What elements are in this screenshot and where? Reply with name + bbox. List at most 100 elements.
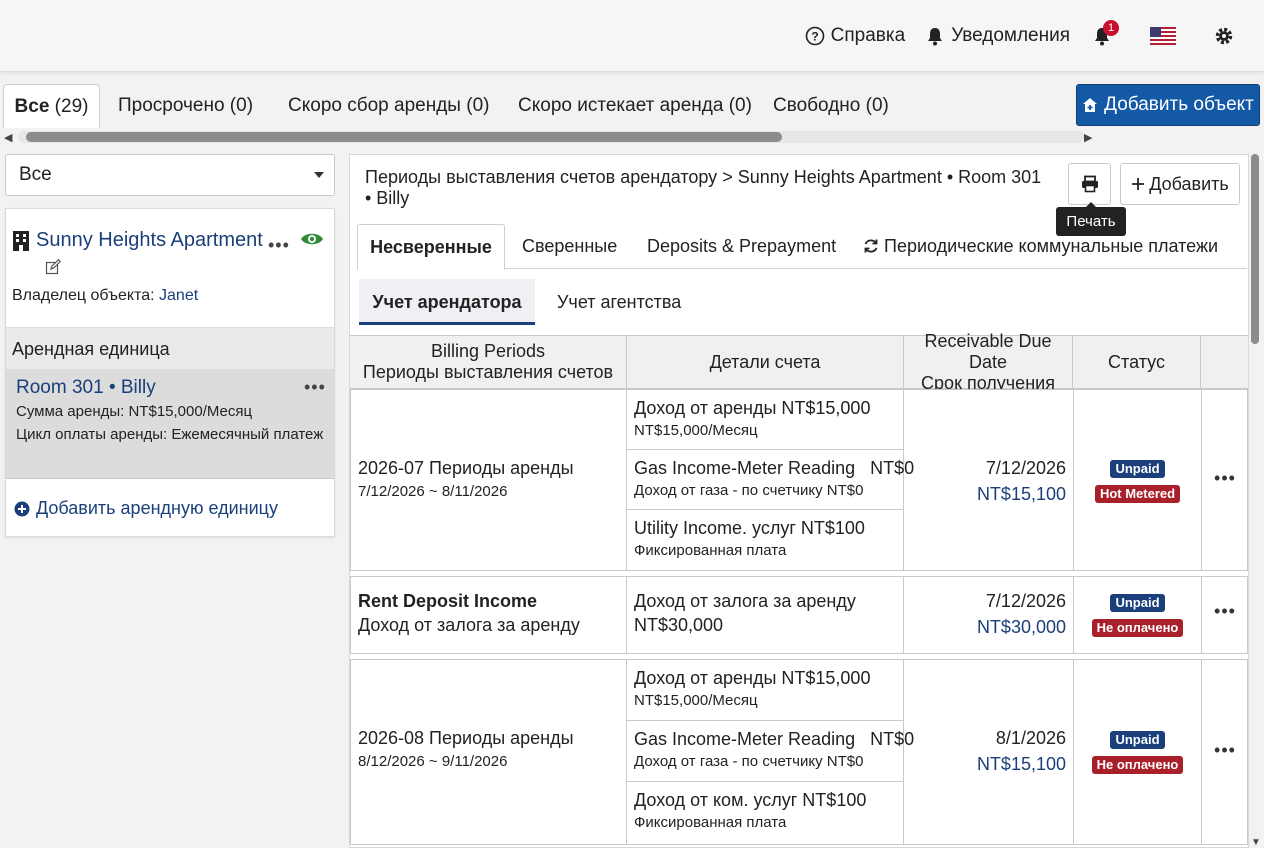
add-object-button[interactable]: Добавить объект	[1076, 84, 1260, 126]
period-range: 8/12/2026 ~ 9/11/2026	[358, 753, 508, 770]
billing-panel: Периоды выставления счетов арендатору > …	[349, 154, 1249, 848]
section-tabs: Несверенные Сверенные Deposits & Prepaym…	[357, 224, 1247, 270]
due-cell: 7/12/2026 NT$15,100	[905, 390, 1074, 570]
property-more-icon[interactable]: •••	[268, 235, 290, 256]
invoice-line[interactable]: Доход от залога за аренду NT$30,000	[627, 577, 904, 653]
period-range: 7/12/2026 ~ 8/11/2026	[358, 483, 508, 500]
unit-name: Room 301 • Billy	[16, 377, 156, 398]
tab-recurring-utilities[interactable]: Периодические коммунальные платежи	[863, 224, 1218, 269]
line-sub: NT$15,000/Месяц	[634, 692, 758, 709]
tabs-scrollbar[interactable]: ◀ ▶	[4, 130, 1096, 144]
billing-period-cell: Rent Deposit Income Доход от залога за а…	[351, 577, 627, 653]
line-sub: Фиксированная плата	[634, 814, 787, 831]
property-name: Sunny Heights Apartment	[36, 229, 263, 251]
add-home-icon	[1083, 98, 1098, 112]
top-bar: ? Справка Уведомления 1	[0, 0, 1264, 72]
due-cell: 8/1/2026 NT$15,100	[905, 660, 1074, 844]
col-due-date: Receivable Due Date Срок получения	[904, 331, 1073, 393]
due-cell: 7/12/2026 NT$30,000	[905, 577, 1074, 653]
due-date: 7/12/2026	[985, 458, 1066, 478]
owner-name[interactable]: Janet	[159, 287, 198, 304]
tab-reconciled[interactable]: Сверенные	[522, 224, 617, 269]
status-badge-unpaid: Unpaid	[1110, 731, 1165, 749]
settings-button[interactable]	[1214, 26, 1234, 46]
tab-count: (29)	[54, 96, 89, 117]
print-button[interactable]	[1068, 163, 1111, 205]
tab-vacant[interactable]: Свободно (0)	[773, 84, 889, 128]
rental-unit-item[interactable]: Room 301 • Billy ••• Сумма аренды: NT$15…	[6, 369, 334, 479]
unit-more-icon[interactable]: •••	[304, 377, 326, 398]
unit-rent-amount: Сумма аренды: NT$15,000/Месяц	[16, 403, 253, 420]
status-badge-secondary: Не оплачено	[1091, 619, 1184, 637]
building-icon	[13, 230, 29, 251]
billing-period-cell: 2026-07 Периоды аренды 7/12/2026 ~ 8/11/…	[351, 390, 627, 570]
row-more-icon[interactable]: •••	[1202, 601, 1248, 622]
scroll-left-arrow[interactable]: ◀	[4, 131, 12, 144]
col-invoice-details: Детали счета	[627, 336, 904, 388]
property-filter-select[interactable]: Все	[5, 154, 335, 196]
add-label: Добавить	[1149, 173, 1229, 194]
status-badge-unpaid: Unpaid	[1110, 460, 1165, 478]
filter-tabs: Все (29) Просрочено (0) Скоро сбор аренд…	[0, 84, 1264, 130]
property-title[interactable]: Sunny Heights Apartment	[12, 229, 263, 252]
line-title: Доход от залога за аренду	[634, 591, 856, 611]
col-billing-en: Billing Periods	[430, 341, 546, 361]
status-cell: Unpaid Hot Metered	[1074, 390, 1202, 570]
plus-circle-icon	[14, 501, 30, 516]
help-link[interactable]: ? Справка	[805, 25, 906, 47]
col-status-label: Статус	[1108, 351, 1165, 372]
unit-payment-cycle: Цикл оплаты аренды: Ежемесячный платеж	[16, 426, 324, 443]
invoice-line[interactable]: Доход от аренды NT$15,000 NT$15,000/Меся…	[627, 390, 904, 450]
row-more-icon[interactable]: •••	[1202, 468, 1248, 489]
due-date: 7/12/2026	[985, 591, 1066, 611]
invoice-line[interactable]: Utility Income. услуг NT$100 Фиксированн…	[627, 510, 904, 570]
edit-icon[interactable]	[45, 258, 62, 280]
invoice-line[interactable]: Доход от аренды NT$15,000 NT$15,000/Меся…	[627, 660, 904, 721]
period-range: Доход от залога за аренду	[358, 615, 580, 635]
status-badge-unpaid: Unpaid	[1110, 594, 1165, 612]
help-icon: ?	[805, 26, 824, 46]
tab-agency-accounting[interactable]: Учет агентства	[557, 279, 681, 325]
line-title: Доход от ком. услуг NT$100	[634, 790, 867, 810]
eye-icon[interactable]	[300, 231, 324, 252]
due-amount: NT$15,100	[976, 484, 1066, 504]
table-row: 2026-08 Периоды аренды 8/12/2026 ~ 9/11/…	[350, 659, 1248, 845]
billing-period-cell: 2026-08 Периоды аренды 8/12/2026 ~ 9/11/…	[351, 660, 627, 844]
bell-icon	[928, 28, 943, 46]
line-title: Gas Income-Meter Reading NT$0	[634, 729, 915, 749]
col-status: Статус	[1073, 336, 1201, 388]
status-cell: Unpaid Не оплачено	[1074, 577, 1202, 653]
scroll-down-arrow[interactable]: ▼	[1251, 837, 1261, 848]
scroll-right-arrow[interactable]: ▶	[1084, 131, 1092, 144]
breadcrumb: Периоды выставления счетов арендатору > …	[365, 167, 1042, 208]
due-amount: NT$15,100	[976, 754, 1066, 774]
invoice-line[interactable]: Gas Income-Meter Reading NT$0 Доход от г…	[627, 450, 914, 510]
vertical-scroll-thumb[interactable]	[1251, 154, 1259, 344]
tab-all[interactable]: Все (29)	[3, 84, 100, 128]
tab-deposits-prepayment[interactable]: Deposits & Prepayment	[647, 224, 836, 269]
row-more-icon[interactable]: •••	[1202, 740, 1248, 761]
notification-count-badge: 1	[1103, 20, 1119, 36]
notifications-link[interactable]: Уведомления	[925, 25, 1070, 47]
add-rental-unit-button[interactable]: Добавить арендную единицу	[14, 498, 278, 519]
line-sub: Доход от газа - по счетчику NT$0	[634, 482, 864, 499]
vertical-scrollbar[interactable]: ▼	[1250, 150, 1262, 848]
tab-rent-due-soon[interactable]: Скоро сбор аренды (0)	[288, 84, 489, 128]
line-title: Utility Income. услуг NT$100	[634, 518, 865, 538]
add-button[interactable]: Добавить	[1120, 163, 1240, 205]
tab-overdue[interactable]: Просрочено (0)	[118, 84, 253, 128]
status-badge-secondary: Не оплачено	[1091, 756, 1184, 774]
help-label: Справка	[830, 25, 906, 46]
tab-lease-expiring[interactable]: Скоро истекает аренда (0)	[518, 84, 752, 128]
tab-unreconciled[interactable]: Несверенные	[357, 224, 505, 270]
language-flag-button[interactable]	[1150, 27, 1176, 45]
rental-unit-header: Арендная единица	[6, 327, 334, 369]
invoice-line[interactable]: Доход от ком. услуг NT$100 Фиксированная…	[627, 782, 904, 844]
period-title: 2026-07 Периоды аренды	[358, 458, 574, 478]
scroll-thumb[interactable]	[26, 132, 782, 142]
invoice-line[interactable]: Gas Income-Meter Reading NT$0 Доход от г…	[627, 721, 915, 782]
status-cell: Unpaid Не оплачено	[1074, 660, 1202, 844]
tab-tenant-accounting[interactable]: Учет арендатора	[359, 279, 535, 325]
notification-bell-button[interactable]: 1	[1092, 20, 1119, 46]
property-card: Sunny Heights Apartment ••• Владелец объ…	[5, 208, 335, 537]
